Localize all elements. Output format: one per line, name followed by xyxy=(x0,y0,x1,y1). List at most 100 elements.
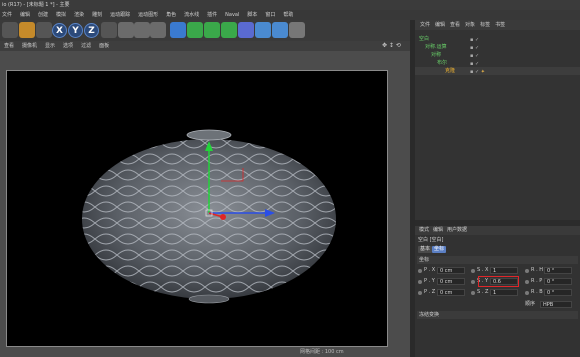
deformer-icon[interactable] xyxy=(238,22,254,38)
object-row-selected[interactable]: 克隆 ▪ ✓ ✦ xyxy=(415,67,580,75)
field-rh[interactable]: 0 ° xyxy=(544,267,572,274)
obj-menu-tags[interactable]: 标签 xyxy=(480,22,490,28)
object-row[interactable]: 布尔 ▪ ✓ xyxy=(415,59,580,67)
label-rp: R . P xyxy=(531,278,543,284)
viewport-canvas[interactable] xyxy=(6,70,388,347)
object-manager-list[interactable]: 空白 ▪ ✓ 对称.运算 ▪ ✓ 对称 ▪ ✓ 布尔 ▪ ✓ 克隆 ▪ ✓ ✦ xyxy=(415,30,580,220)
object-name[interactable]: 对称 xyxy=(431,51,441,59)
label-py: P . Y xyxy=(424,278,435,284)
menu-mograph[interactable]: 运动图形 xyxy=(138,12,158,18)
attr-object-line: 空白 [空白] xyxy=(418,237,444,243)
label-px: P . X xyxy=(424,267,436,273)
field-sx[interactable]: 1 xyxy=(490,267,518,274)
attr-menu-userdata[interactable]: 用户数据 xyxy=(447,227,467,233)
obj-menu-bookmarks[interactable]: 书签 xyxy=(495,22,505,28)
viewport-menu-filter[interactable]: 过滤 xyxy=(81,43,91,49)
render-picture-viewer-button[interactable] xyxy=(134,22,150,38)
menu-file[interactable]: 文件 xyxy=(2,12,12,18)
axis-x-button[interactable]: X xyxy=(52,23,67,38)
object-name[interactable]: 空白 xyxy=(419,35,429,43)
menu-edit[interactable]: 编辑 xyxy=(20,12,30,18)
viewport-menu-options[interactable]: 选项 xyxy=(63,43,73,49)
section-coordinates[interactable]: 坐标 xyxy=(417,256,578,264)
label-sx: S . X xyxy=(477,267,489,273)
keyframe-dot[interactable] xyxy=(525,280,529,284)
label-sz: S . Z xyxy=(477,289,489,295)
light-icon[interactable] xyxy=(289,22,305,38)
obj-menu-edit[interactable]: 编辑 xyxy=(435,22,445,28)
viewport-menu-camera[interactable]: 摄像机 xyxy=(22,43,37,49)
keyframe-dot[interactable] xyxy=(471,280,475,284)
obj-menu-view[interactable]: 查看 xyxy=(450,22,460,28)
field-rb[interactable]: 0 ° xyxy=(544,289,572,296)
label-pz: P . Z xyxy=(424,289,436,295)
cloner-icon[interactable] xyxy=(221,22,237,38)
tab-basic[interactable]: 基本 xyxy=(418,246,433,253)
coordinate-system-button[interactable] xyxy=(101,22,117,38)
highlight-box xyxy=(478,276,519,287)
field-rp[interactable]: 0 ° xyxy=(544,278,572,285)
keyframe-dot[interactable] xyxy=(471,269,475,273)
viewport-menu-display[interactable]: 显示 xyxy=(45,43,55,49)
menu-sculpt[interactable]: 雕刻 xyxy=(92,12,102,18)
menu-script[interactable]: 脚本 xyxy=(247,12,257,18)
camera-icon[interactable] xyxy=(272,22,288,38)
field-py[interactable]: 0 cm xyxy=(437,278,465,285)
object-name[interactable]: 对称.运算 xyxy=(425,43,447,51)
menu-render[interactable]: 渲染 xyxy=(74,12,84,18)
axis-y-button[interactable]: Y xyxy=(68,23,83,38)
field-sz[interactable]: 1 xyxy=(490,289,518,296)
viewport-menu-panel[interactable]: 面板 xyxy=(99,43,109,49)
subdivision-icon[interactable] xyxy=(204,22,220,38)
object-row[interactable]: 对称.运算 ▪ ✓ xyxy=(415,43,580,51)
menu-create[interactable]: 创建 xyxy=(38,12,48,18)
scene-render xyxy=(82,129,336,304)
keyframe-dot[interactable] xyxy=(418,280,422,284)
keyframe-dot[interactable] xyxy=(418,269,422,273)
menu-motion-tracking[interactable]: 运动跟踪 xyxy=(110,12,130,18)
render-view-button[interactable] xyxy=(118,22,134,38)
attr-menu-mode[interactable]: 模式 xyxy=(419,227,429,233)
order-select[interactable]: HPB xyxy=(540,301,572,308)
keyframe-dot[interactable] xyxy=(525,291,529,295)
section-freeze-transform[interactable]: 冻结变换 xyxy=(417,311,578,319)
menu-character[interactable]: 角色 xyxy=(166,12,176,18)
viewport-nav-icons[interactable]: ✥ ↕ ⟲ ▢ xyxy=(382,42,408,57)
tab-coordinates[interactable]: 坐标 xyxy=(432,246,447,253)
menu-help[interactable]: 帮助 xyxy=(283,12,293,18)
field-px[interactable]: 0 cm xyxy=(437,267,465,274)
menu-plugins[interactable]: 插件 xyxy=(207,12,217,18)
label-rh: R . H xyxy=(531,267,544,273)
object-row[interactable]: 对称 ▪ ✓ xyxy=(415,51,580,59)
object-visibility-toggles[interactable]: ▪ ✓ ✦ xyxy=(470,68,485,76)
obj-menu-object[interactable]: 对象 xyxy=(465,22,475,28)
field-pz[interactable]: 0 cm xyxy=(437,289,465,296)
floor-icon[interactable] xyxy=(255,22,271,38)
obj-menu-file[interactable]: 文件 xyxy=(420,22,430,28)
menu-simulate[interactable]: 模拟 xyxy=(56,12,66,18)
object-name[interactable]: 布尔 xyxy=(437,59,447,67)
cube-icon[interactable] xyxy=(170,22,186,38)
object-name[interactable]: 克隆 xyxy=(445,67,455,75)
label-order: 顺序 xyxy=(525,301,536,307)
keyframe-dot[interactable] xyxy=(418,291,422,295)
object-row[interactable]: 空白 ▪ ✓ xyxy=(415,35,580,43)
menu-window[interactable]: 窗口 xyxy=(265,12,275,18)
render-settings-button[interactable] xyxy=(150,22,166,38)
keyframe-dot[interactable] xyxy=(525,269,529,273)
move-tool-button[interactable] xyxy=(36,22,52,38)
label-rb: R . B xyxy=(531,289,543,295)
menu-pipeline[interactable]: 流水线 xyxy=(184,12,199,18)
window-title: io (R17) - [未标题 1 *] - 主要 xyxy=(0,0,580,10)
main-toolbar: X Y Z xyxy=(0,20,410,42)
live-select-button[interactable] xyxy=(19,22,35,38)
object-tag-icon[interactable]: ✦ xyxy=(481,69,485,75)
undo-button[interactable] xyxy=(2,22,18,38)
viewport-menu-view[interactable]: 查看 xyxy=(4,43,14,49)
pen-spline-icon[interactable] xyxy=(187,22,203,38)
keyframe-dot[interactable] xyxy=(471,291,475,295)
axis-z-button[interactable]: Z xyxy=(84,23,99,38)
menu-naval[interactable]: Naval xyxy=(225,12,239,18)
attr-menu-edit[interactable]: 编辑 xyxy=(433,227,443,233)
attribute-manager-menu: 模式 编辑 用户数据 xyxy=(415,226,580,235)
